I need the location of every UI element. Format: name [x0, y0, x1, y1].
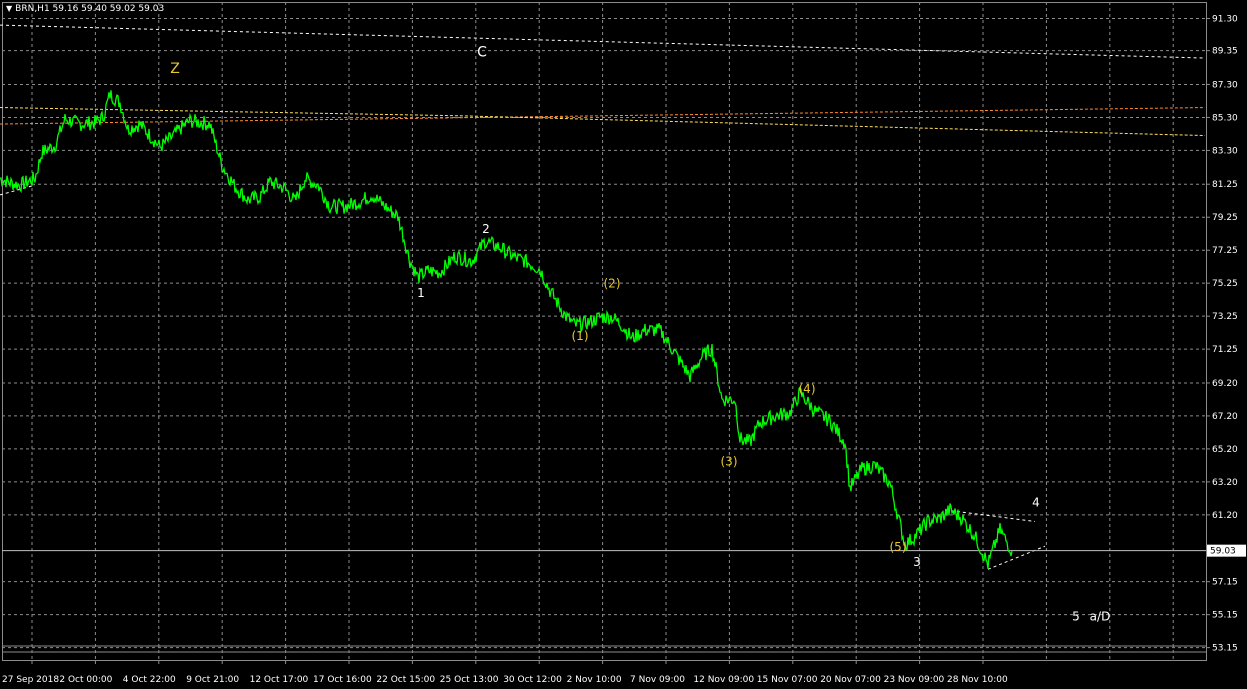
y-tick-label: 61.20 — [1212, 511, 1238, 521]
y-tick-label: 73.25 — [1212, 312, 1238, 322]
x-tick-label: 30 Oct 12:00 — [503, 675, 562, 685]
dropdown-triangle-icon[interactable]: ▼ — [6, 4, 12, 13]
y-tick-label: 81.25 — [1212, 180, 1238, 190]
x-tick-label: 20 Nov 07:00 — [820, 675, 881, 685]
x-tick-label: 2 Oct 00:00 — [59, 675, 112, 685]
wave-label: 2 — [482, 222, 490, 236]
wave-label: a/D — [1090, 609, 1111, 623]
x-tick-label: 27 Sep 2018 — [2, 675, 59, 685]
x-tick-label: 23 Nov 09:00 — [884, 675, 945, 685]
wave-label: Z — [170, 61, 180, 77]
wave-label: 1 — [417, 286, 425, 300]
wave-label: 4 — [1032, 496, 1040, 510]
y-tick-label: 53.15 — [1212, 644, 1238, 654]
y-tick-label: 83.30 — [1212, 146, 1238, 156]
current-price-label: 59.03 — [1210, 547, 1236, 557]
trend-line — [987, 545, 1046, 570]
y-tick-label: 91.30 — [1212, 14, 1238, 24]
x-tick-label: 15 Nov 07:00 — [757, 675, 818, 685]
y-tick-label: 67.20 — [1212, 412, 1238, 422]
y-tick-label: 75.25 — [1212, 279, 1238, 289]
x-tick-label: 9 Oct 21:00 — [186, 675, 239, 685]
x-tick-label: 28 Nov 10:00 — [947, 675, 1008, 685]
price-series-line — [0, 90, 1013, 569]
x-tick-label: 7 Nov 09:00 — [630, 675, 685, 685]
y-tick-label: 55.15 — [1212, 611, 1238, 621]
x-tick-label: 22 Oct 15:00 — [376, 675, 435, 685]
ohlc-values: 59.16 59.40 59.02 59.03 — [52, 4, 165, 14]
symbol-header: ▼ BRN,H1 59.16 59.40 59.02 59.03 — [6, 4, 164, 14]
x-tick-label: 17 Oct 16:00 — [313, 675, 372, 685]
y-tick-label: 71.25 — [1212, 345, 1238, 355]
x-tick-label: 12 Oct 17:00 — [250, 675, 309, 685]
wave-label: (4) — [799, 382, 816, 396]
y-tick-label: 77.25 — [1212, 246, 1238, 256]
y-tick-label: 79.25 — [1212, 213, 1238, 223]
x-tick-label: 4 Oct 22:00 — [123, 675, 176, 685]
wave-label: (5) — [890, 540, 907, 554]
y-tick-label: 87.30 — [1212, 80, 1238, 90]
x-tick-label: 12 Nov 09:00 — [693, 675, 754, 685]
y-tick-label: 89.35 — [1212, 47, 1238, 57]
trading-chart-window[interactable]: 91.30 89.35 87.30 85.30 83.30 81.25 79.25 77.25… — [0, 0, 1247, 689]
wave-label: (1) — [572, 329, 589, 343]
wave-label: 5 — [1072, 609, 1080, 623]
y-tick-label: 57.15 — [1212, 578, 1238, 588]
symbol-name: BRN,H1 — [15, 4, 50, 14]
wave-label: (3) — [721, 454, 738, 468]
y-tick-label: 69.20 — [1212, 379, 1238, 389]
x-tick-label: 25 Oct 13:00 — [440, 675, 499, 685]
y-tick-label: 63.20 — [1212, 478, 1238, 488]
trend-line — [0, 24, 1206, 59]
chart-frame — [2, 2, 1207, 661]
wave-label: 3 — [913, 555, 921, 569]
x-tick-label: 2 Nov 10:00 — [567, 675, 622, 685]
price-chart[interactable]: 91.30 89.35 87.30 85.30 83.30 81.25 79.25 77.25… — [0, 0, 1247, 689]
wave-label: C — [477, 44, 487, 60]
y-tick-label: 85.30 — [1212, 113, 1238, 123]
wave-label: (2) — [604, 276, 621, 290]
y-tick-label: 65.20 — [1212, 445, 1238, 455]
